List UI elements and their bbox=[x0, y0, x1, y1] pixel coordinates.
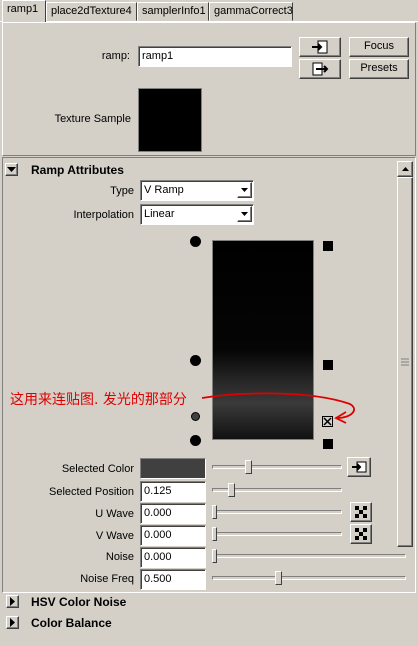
noise-slider-thumb[interactable] bbox=[212, 549, 217, 563]
u-wave-label: U Wave bbox=[95, 508, 134, 520]
checker-icon bbox=[355, 528, 367, 540]
color-balance-title: Color Balance bbox=[31, 616, 112, 630]
type-label: Type bbox=[110, 185, 134, 197]
selected-position-field[interactable]: 0.125 bbox=[140, 481, 206, 502]
ramp-name-field[interactable]: ramp1 bbox=[138, 46, 292, 67]
tab-ramp1[interactable]: ramp1 bbox=[2, 0, 46, 22]
delete-entry-handle[interactable] bbox=[323, 439, 333, 449]
chevron-down-icon bbox=[237, 182, 252, 198]
triangle-right-icon bbox=[10, 597, 15, 606]
hsv-color-noise-title: HSV Color Noise bbox=[31, 595, 127, 609]
interpolation-label: Interpolation bbox=[73, 209, 134, 221]
output-connection-icon bbox=[312, 62, 329, 76]
type-value: V Ramp bbox=[144, 184, 184, 196]
color-entry-handle[interactable] bbox=[190, 435, 201, 446]
v-wave-slider-thumb[interactable] bbox=[212, 527, 217, 541]
v-wave-slider-track[interactable] bbox=[212, 532, 342, 536]
v-wave-label: V Wave bbox=[95, 530, 134, 542]
v-wave-field[interactable]: 0.000 bbox=[140, 525, 206, 546]
hsv-color-noise-header[interactable]: HSV Color Noise bbox=[3, 593, 415, 612]
color-entry-handle[interactable] bbox=[190, 355, 201, 366]
collapse-toggle[interactable] bbox=[5, 163, 18, 176]
tab-samplerinfo1[interactable]: samplerInfo1 bbox=[137, 2, 209, 21]
input-connection-button[interactable] bbox=[299, 37, 341, 57]
triangle-down-icon bbox=[7, 166, 16, 172]
selected-color-label: Selected Color bbox=[61, 463, 134, 475]
interpolation-value: Linear bbox=[144, 208, 175, 220]
scroll-up-button[interactable] bbox=[397, 161, 413, 177]
selected-color-map-button[interactable] bbox=[347, 457, 371, 477]
delete-entry-handle[interactable] bbox=[323, 360, 333, 370]
annotation-arrow-icon bbox=[201, 392, 355, 424]
checker-icon bbox=[355, 506, 367, 518]
selected-color-slider-track[interactable] bbox=[212, 465, 342, 469]
triangle-right-icon bbox=[10, 618, 15, 627]
expand-toggle[interactable] bbox=[6, 616, 19, 629]
handwritten-annotation-text: 这用来连贴图. 发光的那部分 bbox=[10, 392, 187, 408]
selected-color-entry-handle[interactable] bbox=[191, 412, 200, 421]
tab-bar: ramp1 place2dTexture4 samplerInfo1 gamma… bbox=[0, 0, 418, 22]
type-dropdown[interactable]: V Ramp bbox=[140, 180, 254, 201]
selected-color-slider-thumb[interactable] bbox=[245, 460, 252, 474]
noise-freq-field[interactable]: 0.500 bbox=[140, 569, 206, 590]
ramp-attributes-header[interactable]: Ramp Attributes bbox=[3, 161, 396, 180]
output-connection-button[interactable] bbox=[299, 59, 341, 79]
color-balance-header[interactable]: Color Balance bbox=[3, 614, 415, 633]
ramp-name-label: ramp: bbox=[101, 50, 130, 62]
noise-freq-label: Noise Freq bbox=[80, 573, 134, 585]
presets-button[interactable]: Presets bbox=[349, 59, 409, 79]
selected-position-label: Selected Position bbox=[49, 486, 134, 498]
ramp-attributes-title: Ramp Attributes bbox=[31, 163, 124, 177]
noise-slider-track[interactable] bbox=[212, 554, 406, 558]
texture-sample-swatch[interactable] bbox=[138, 88, 202, 152]
scrollbar-thumb[interactable] bbox=[397, 177, 413, 547]
u-wave-slider-track[interactable] bbox=[212, 510, 342, 514]
chevron-down-icon bbox=[237, 206, 252, 222]
input-connection-icon bbox=[312, 40, 328, 54]
input-connection-icon bbox=[352, 461, 367, 473]
noise-field[interactable]: 0.000 bbox=[140, 547, 206, 568]
focus-button[interactable]: Focus bbox=[349, 37, 409, 57]
selected-color-swatch[interactable] bbox=[140, 458, 206, 479]
selected-position-slider-thumb[interactable] bbox=[228, 483, 235, 497]
noise-freq-slider-thumb[interactable] bbox=[275, 571, 282, 585]
color-entry-handle[interactable] bbox=[190, 236, 201, 247]
expand-toggle[interactable] bbox=[6, 595, 19, 608]
grip-icon bbox=[401, 358, 409, 366]
delete-entry-handle[interactable] bbox=[323, 241, 333, 251]
u-wave-slider-thumb[interactable] bbox=[212, 505, 217, 519]
tab-gammacorrect3[interactable]: gammaCorrect3 bbox=[209, 2, 293, 21]
interpolation-dropdown[interactable]: Linear bbox=[140, 204, 254, 225]
noise-label: Noise bbox=[105, 551, 134, 563]
u-wave-map-button[interactable] bbox=[350, 502, 372, 522]
noise-freq-slider-track[interactable] bbox=[212, 576, 406, 580]
tab-place2dtexture4[interactable]: place2dTexture4 bbox=[46, 2, 137, 21]
v-wave-map-button[interactable] bbox=[350, 524, 372, 544]
u-wave-field[interactable]: 0.000 bbox=[140, 503, 206, 524]
texture-sample-label: Texture Sample bbox=[54, 113, 131, 125]
arrow-up-icon bbox=[401, 167, 409, 171]
